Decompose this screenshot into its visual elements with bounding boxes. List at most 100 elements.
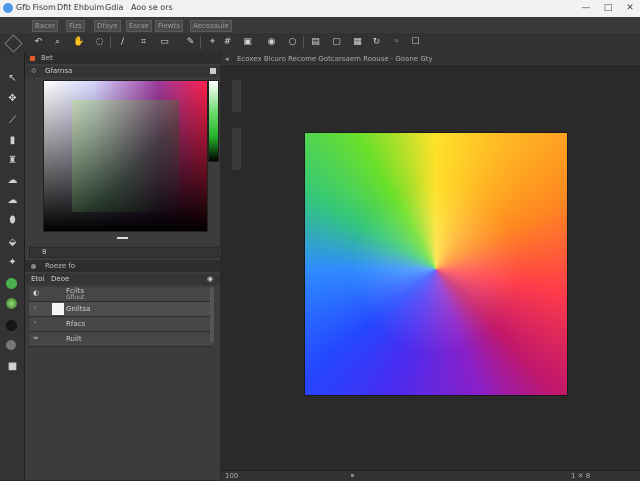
color-picker-selection — [72, 100, 179, 212]
panel-menu-icon[interactable] — [210, 68, 216, 74]
menu-item-3[interactable]: Dfaye — [94, 20, 121, 32]
menu-item-2[interactable]: Fizs — [66, 20, 85, 32]
layers-panel-columns: Etoi Deoe ◉ — [25, 274, 220, 285]
status-dot-icon — [351, 474, 354, 477]
zoom-readout: 100 — [225, 472, 239, 480]
color-panel-header: Bet — [25, 52, 220, 64]
visibility-icon[interactable]: ◦ — [33, 319, 42, 328]
separator — [110, 36, 111, 49]
square-icon[interactable]: ☐ — [410, 37, 421, 48]
bucket-icon[interactable]: ⬙ — [6, 236, 19, 249]
menu-item-5[interactable]: Fiewts — [155, 20, 183, 32]
visibility-icon[interactable]: ◐ — [33, 289, 42, 298]
doc-tab-close-icon[interactable]: ◂ — [225, 54, 229, 64]
document-tab-bar: ◂ Ecoxex Blcuro Recome Gotcarsaem Roouse… — [221, 52, 640, 67]
layer-row[interactable]: ◦ Gniltsa — [29, 302, 213, 317]
close-button[interactable]: ✕ — [624, 2, 636, 14]
app-menu-icon[interactable] — [4, 34, 23, 53]
eye-icon[interactable]: ◉ — [207, 274, 213, 285]
hue-slider[interactable] — [208, 80, 219, 162]
select-icon[interactable]: ✥ — [6, 92, 19, 105]
menu-item-4[interactable]: Esrae — [126, 20, 152, 32]
color-panel-title: Bet — [41, 54, 53, 62]
toolbox: ↖ ✥ ⟋ ▮ ♜ ☁ ☁ ⬮ ⬙ ✦ ■ — [0, 52, 25, 480]
eyedropper-small-icon: ⟐ — [31, 67, 37, 75]
undo-icon[interactable]: ↶ — [33, 37, 44, 48]
frame-icon[interactable]: ▢ — [331, 37, 342, 48]
menu-item-6[interactable]: Aecosauie — [190, 20, 232, 32]
panel-color-icon — [30, 56, 35, 61]
shape-icon[interactable] — [6, 320, 17, 331]
options-bar: ↶ ⌕ ✋ ◌ / ⌗ ▭ ✎ ⌖ # ▣ ◉ ○ ▤ ▢ ▦ ↻ ◦ ☐ — [0, 33, 640, 53]
eyedropper-icon[interactable]: ✎ — [185, 37, 196, 48]
layers-dot-icon — [31, 264, 36, 269]
brush-icon[interactable]: / — [117, 37, 128, 48]
maximize-button[interactable]: □ — [602, 2, 614, 14]
layer-row[interactable]: ∞ Ruilt — [29, 332, 213, 347]
layer-name: Rfacs — [66, 320, 86, 328]
cloud-icon[interactable]: ☁ — [6, 194, 19, 207]
color-dot-icon[interactable] — [6, 278, 17, 289]
menu-item-1[interactable]: Bacer — [32, 20, 59, 32]
loop-icon[interactable]: ↻ — [371, 37, 382, 48]
title-part-3: Gdia — [105, 3, 124, 12]
color-picker-footer-label: 8 — [42, 248, 47, 256]
image-canvas[interactable] — [304, 132, 568, 396]
brush-tool-icon[interactable]: ▮ — [6, 134, 19, 147]
app-logo-icon — [3, 3, 13, 13]
title-bar: Gfb Fisom Dfit Ehbuim Gdia Aoo se ors — … — [0, 0, 640, 17]
visibility-icon[interactable]: ◦ — [33, 304, 42, 313]
crop-icon[interactable]: ⌗ — [138, 37, 149, 48]
layer-row[interactable]: ◐ Fcilts Gfluut — [29, 287, 213, 302]
layers-column-left: Etoi — [31, 275, 45, 283]
color-picker-footer: 8 — [29, 247, 219, 258]
layers-icon[interactable]: ▤ — [310, 37, 321, 48]
move-icon[interactable]: ↖ — [6, 72, 19, 85]
picture-icon[interactable]: ▦ — [352, 37, 363, 48]
eraser-icon[interactable]: ▭ — [159, 37, 170, 48]
lasso-tool-icon[interactable]: ⟋ — [6, 114, 19, 127]
separator — [200, 36, 201, 49]
ellipse-icon[interactable] — [6, 340, 16, 350]
stamp-icon[interactable]: ♜ — [6, 154, 19, 167]
transform-icon[interactable]: ⌖ — [207, 37, 218, 48]
gradient-icon[interactable] — [6, 298, 17, 309]
layer-name: Gniltsa — [66, 305, 91, 313]
eraser-tool-icon[interactable]: ⬮ — [6, 214, 19, 227]
smudge-icon[interactable]: ☁ — [6, 174, 19, 187]
layers-panel-header: Roeze fo — [25, 260, 220, 272]
document-tab[interactable]: Ecoxex Blcuro Recome Gotcarsaem Roouse ·… — [237, 54, 433, 64]
status-right: 1 ✕ 8 — [571, 472, 591, 480]
ruler-mark — [232, 128, 241, 170]
hand-icon[interactable]: ✋ — [73, 37, 84, 48]
canvas-highlight — [305, 133, 567, 395]
layers-scrollbar[interactable] — [210, 287, 214, 342]
zoom-icon[interactable]: ⌕ — [52, 37, 63, 48]
ring-icon[interactable]: ○ — [287, 37, 298, 48]
pen-icon[interactable]: ✦ — [6, 256, 19, 269]
camera-icon[interactable]: ▣ — [242, 37, 253, 48]
title-part-4: Aoo se ors — [131, 3, 173, 12]
color-panel-tab-label: Gfarnsa — [45, 67, 73, 75]
menu-bar: Bacer Fizs Dfaye Esrae Fiewts Aecosauie — [0, 17, 640, 34]
layer-sub-label: Gfluut — [66, 294, 85, 301]
title-part-2: Dfit Ehbuim — [57, 3, 105, 12]
circle-icon[interactable]: ◉ — [266, 37, 277, 48]
dot-icon[interactable]: ◦ — [391, 37, 402, 48]
lasso-icon[interactable]: ◌ — [94, 37, 105, 48]
hand-tool-icon[interactable]: ■ — [6, 360, 19, 373]
title-part-1: Gfb Fisom — [16, 3, 56, 12]
layer-row[interactable]: ◦ Rfacs — [29, 317, 213, 332]
layer-name: Ruilt — [66, 335, 82, 343]
layers-column-right: Deoe — [51, 275, 70, 283]
ruler-mark — [232, 80, 241, 112]
color-panel-tab[interactable]: ⟐ Gfarnsa — [25, 66, 220, 77]
layer-thumbnail — [52, 303, 64, 315]
grid-icon[interactable]: # — [222, 37, 233, 48]
picker-handle[interactable] — [117, 237, 128, 239]
minimize-button[interactable]: — — [580, 2, 592, 14]
separator — [303, 36, 304, 49]
layers-panel-title: Roeze fo — [45, 262, 76, 270]
status-bar: 100 1 ✕ 8 — [221, 470, 640, 481]
link-icon[interactable]: ∞ — [33, 334, 42, 343]
